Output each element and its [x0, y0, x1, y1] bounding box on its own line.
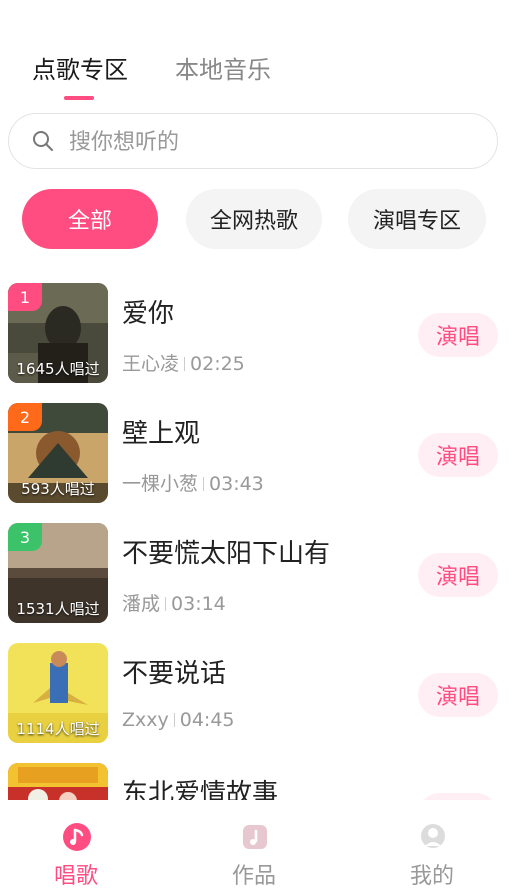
- sing-button[interactable]: 演唱: [418, 313, 498, 357]
- meta-divider: [165, 597, 167, 611]
- top-tabs: 点歌专区 本地音乐: [0, 0, 517, 105]
- search-bar[interactable]: [8, 113, 498, 169]
- song-cover[interactable]: 1 1645人唱过: [8, 283, 108, 383]
- song-row[interactable]: 东北爱情故事 演唱: [0, 763, 517, 800]
- song-duration: 02:25: [190, 353, 245, 375]
- nav-item-sing[interactable]: 唱歌: [26, 800, 126, 895]
- chip-performance-zone[interactable]: 演唱专区: [348, 189, 486, 249]
- song-duration: 04:45: [179, 709, 235, 731]
- tab-song-request[interactable]: 点歌专区: [32, 50, 128, 85]
- sing-button[interactable]: 演唱: [418, 433, 498, 477]
- music-note-icon: [63, 823, 91, 851]
- chip-all[interactable]: 全部: [22, 189, 158, 249]
- meta-divider: [203, 477, 205, 491]
- sing-count: 1645人唱过: [16, 360, 100, 378]
- nav-label-works: 作品: [231, 864, 276, 889]
- song-title: 不要慌太阳下山有: [122, 539, 331, 569]
- chip-hot-songs[interactable]: 全网热歌: [186, 189, 322, 249]
- rank-badge: 2: [8, 403, 42, 431]
- sing-button[interactable]: 演唱: [418, 673, 498, 717]
- search-input[interactable]: [67, 122, 471, 162]
- sing-count: 593人唱过: [21, 480, 95, 498]
- song-title: 爱你: [122, 299, 175, 329]
- song-artist: 王心凌: [122, 353, 180, 375]
- bottom-nav: 唱歌 作品 我的: [0, 800, 517, 895]
- active-tab-indicator: [64, 96, 94, 100]
- song-artist: 一棵小葱: [122, 473, 199, 495]
- nav-item-me[interactable]: 我的: [382, 800, 482, 895]
- cover-image: [8, 763, 108, 800]
- song-cover[interactable]: 1114人唱过: [8, 643, 108, 743]
- song-artist: Zxxy: [122, 709, 169, 731]
- sing-count: 1114人唱过: [16, 720, 100, 738]
- song-meta: 一棵小葱 03:43: [122, 469, 264, 496]
- song-title: 东北爱情故事: [122, 779, 279, 800]
- sing-button[interactable]: 演唱: [418, 793, 498, 800]
- song-artist: 潘成: [122, 593, 161, 615]
- song-meta: 潘成 03:14: [122, 589, 226, 616]
- song-cover[interactable]: [8, 763, 108, 800]
- works-icon: [243, 825, 267, 849]
- sing-button[interactable]: 演唱: [418, 553, 498, 597]
- tab-local-music[interactable]: 本地音乐: [175, 50, 271, 85]
- song-title: 壁上观: [122, 419, 201, 449]
- sing-count: 1531人唱过: [16, 600, 100, 618]
- rank-badge: 3: [8, 523, 42, 551]
- song-row[interactable]: 2 593人唱过 壁上观 一棵小葱 03:43 演唱: [0, 403, 517, 513]
- song-row[interactable]: 1 1645人唱过 爱你 王心凌 02:25 演唱: [0, 283, 517, 393]
- search-icon: [33, 131, 53, 151]
- song-duration: 03:14: [171, 593, 226, 615]
- profile-icon: [421, 824, 445, 848]
- song-row[interactable]: 3 1531人唱过 不要慌太阳下山有 潘成 03:14 演唱: [0, 523, 517, 633]
- song-duration: 03:43: [209, 473, 264, 495]
- song-meta: 王心凌 02:25: [122, 349, 245, 376]
- rank-badge: 1: [8, 283, 42, 311]
- nav-label-sing: 唱歌: [53, 864, 98, 889]
- song-row[interactable]: 1114人唱过 不要说话 Zxxy 04:45 演唱: [0, 643, 517, 753]
- song-title: 不要说话: [122, 659, 227, 689]
- meta-divider: [173, 713, 175, 727]
- meta-divider: [184, 357, 186, 371]
- song-cover[interactable]: 2 593人唱过: [8, 403, 108, 503]
- nav-label-me: 我的: [409, 864, 454, 889]
- nav-item-works[interactable]: 作品: [204, 800, 304, 895]
- song-meta: Zxxy 04:45: [122, 709, 235, 731]
- song-cover[interactable]: 3 1531人唱过: [8, 523, 108, 623]
